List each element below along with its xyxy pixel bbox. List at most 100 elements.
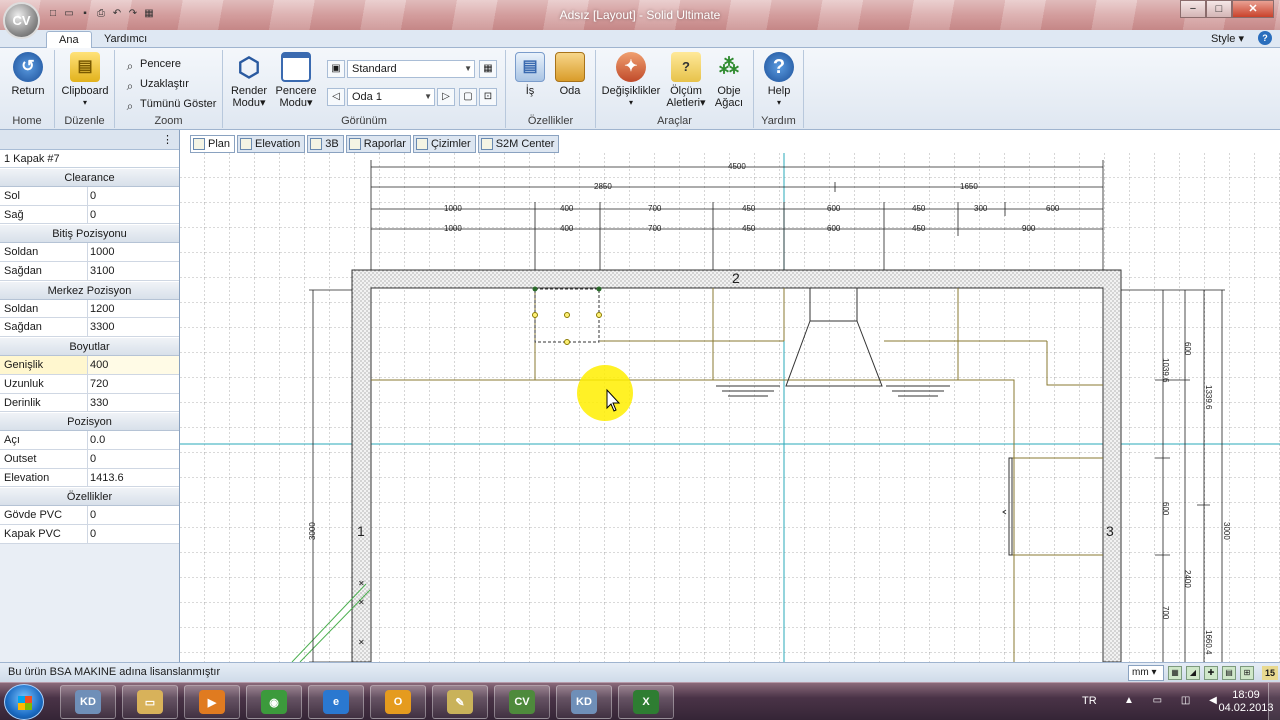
snap-value[interactable]: 15 xyxy=(1262,666,1278,680)
property-value-field[interactable]: 0 xyxy=(88,506,179,524)
zoom-window-button[interactable]: ⌕ Pencere xyxy=(123,56,181,73)
property-row[interactable]: Outset 0 xyxy=(0,449,179,469)
clock[interactable]: 18:09 04.02.2013 xyxy=(1216,689,1276,715)
language-indicator[interactable]: TR xyxy=(1082,695,1097,707)
property-row[interactable]: Gövde PVC 0 xyxy=(0,506,179,525)
room-combo[interactable]: Oda 1 ▼ xyxy=(347,88,435,106)
property-row[interactable]: Sağ 0 xyxy=(0,205,179,225)
ortho-icon[interactable]: ◢ xyxy=(1186,666,1200,680)
property-row[interactable]: Soldan 1200 xyxy=(0,299,179,319)
redo-icon[interactable]: ↷ xyxy=(126,7,140,21)
zoom-all-button[interactable]: ⌕ Tümünü Göster xyxy=(123,96,217,113)
maximize-button[interactable]: □ xyxy=(1206,0,1232,18)
property-value-field[interactable]: 720 xyxy=(88,375,179,393)
section-boyutlar[interactable]: Boyutlar xyxy=(0,337,179,357)
save-icon[interactable]: ▪ xyxy=(78,7,92,21)
property-value-field[interactable]: 0 xyxy=(88,525,179,543)
property-row[interactable]: Sol 0 xyxy=(0,187,179,206)
pin-icon[interactable]: ⋮ xyxy=(162,133,173,146)
section-clearance[interactable]: Clearance xyxy=(0,168,179,187)
taskbar-file-explorer[interactable]: ▭ xyxy=(122,685,178,719)
object-snap-icon[interactable]: ⊞ xyxy=(1240,666,1254,680)
measure-icon[interactable]: ✚ xyxy=(1204,666,1218,680)
minimize-button[interactable]: − xyxy=(1180,0,1206,18)
view-standard-combo[interactable]: Standard ▼ xyxy=(347,60,475,78)
taskbar-outlook[interactable]: O xyxy=(370,685,426,719)
property-row[interactable]: Kapak PVC 0 xyxy=(0,524,179,544)
property-value-field[interactable]: 0.0 xyxy=(88,431,179,449)
app-logo[interactable]: CV xyxy=(3,2,40,39)
property-value-field[interactable]: 400 xyxy=(88,356,179,374)
tab-yardimci[interactable]: Yardımcı xyxy=(92,31,159,48)
open-folder-icon[interactable]: ▭ xyxy=(62,7,76,21)
property-row[interactable]: Uzunluk 720 xyxy=(0,374,179,394)
object-tree-button[interactable]: ⁂ Obje Ağacı xyxy=(710,52,748,109)
property-row[interactable]: Sağdan 3300 xyxy=(0,318,179,338)
settings-icon[interactable]: ▦ xyxy=(142,7,156,21)
property-row[interactable]: Derinlik 330 xyxy=(0,393,179,413)
show-desktop-button[interactable] xyxy=(1268,683,1280,720)
help-button[interactable]: ? Help ▾ xyxy=(760,52,798,109)
section-pozisyon[interactable]: Pozisyon xyxy=(0,412,179,432)
changes-button[interactable]: ✦ Değişiklikler ▾ xyxy=(598,52,664,109)
view-settings-icon[interactable]: ▦ xyxy=(479,60,497,78)
section-merkez-pozisyon[interactable]: Merkez Pozisyon xyxy=(0,280,179,300)
view-style-icon[interactable]: ▣ xyxy=(327,60,345,78)
zoom-out-button[interactable]: ⌕ Uzaklaştır xyxy=(123,76,189,93)
property-value-field[interactable]: 330 xyxy=(88,394,179,412)
property-value-field[interactable]: 0 xyxy=(88,206,179,224)
property-row[interactable]: Genişlik 400 xyxy=(0,356,179,375)
property-value-field[interactable]: 1000 xyxy=(88,243,179,261)
tab-s2m-center[interactable]: S2M Center xyxy=(477,135,560,153)
new-file-icon[interactable]: □ xyxy=(46,7,60,21)
help-icon[interactable]: ? xyxy=(1258,31,1272,45)
tab-plan[interactable]: Plan xyxy=(190,135,236,153)
tab-elevation[interactable]: Elevation xyxy=(237,135,306,153)
property-value-field[interactable]: 0 xyxy=(88,187,179,205)
property-row[interactable]: Sağdan 3100 xyxy=(0,262,179,281)
return-button[interactable]: ↺ Return xyxy=(6,52,50,97)
new-room-icon[interactable]: ▢ xyxy=(459,88,477,106)
taskbar-media-player[interactable]: ▶ xyxy=(184,685,240,719)
taskbar-kd-app-2[interactable]: KD xyxy=(556,685,612,719)
start-button[interactable] xyxy=(4,684,44,720)
tab-3b[interactable]: 3B xyxy=(307,135,344,153)
tab--izimler[interactable]: Çizimler xyxy=(412,135,476,153)
render-mode-button[interactable]: ⬡ Render Modu▾ xyxy=(227,52,271,109)
job-button[interactable]: ▤ İş xyxy=(512,52,548,97)
taskbar-kd-app[interactable]: KD xyxy=(60,685,116,719)
drawing-canvas[interactable]: ✕ ✕ ✕ 1 2 3 4500 2850 1650 1000 400 700 … xyxy=(180,153,1280,662)
selected-object-name[interactable]: 1 Kapak #7 xyxy=(0,150,179,168)
snap-grid-icon[interactable]: ▦ xyxy=(1168,666,1182,680)
measure-tools-button[interactable]: ? Ölçüm Aletleri▾ xyxy=(664,52,708,109)
taskbar-notes[interactable]: ✎ xyxy=(432,685,488,719)
window-mode-button[interactable]: Pencere Modu▾ xyxy=(273,52,319,109)
lock-icon[interactable]: ⊡ xyxy=(479,88,497,106)
property-row[interactable]: Soldan 1000 xyxy=(0,243,179,263)
section--zellikler[interactable]: Özellikler xyxy=(0,487,179,507)
taskbar-internet-explorer[interactable]: e xyxy=(308,685,364,719)
undo-icon[interactable]: ↶ xyxy=(110,7,124,21)
clipboard-button[interactable]: ▤ Clipboard ▾ xyxy=(57,52,113,109)
taskbar-excel[interactable]: X xyxy=(618,685,674,719)
property-row[interactable]: Açı 0.0 xyxy=(0,431,179,450)
property-value-field[interactable]: 0 xyxy=(88,450,179,468)
plan-drawing[interactable]: ✕✕✕ 1 2 3 4500 2850 1650 1000 400 700 45… xyxy=(180,153,1280,662)
tab-ana[interactable]: Ana xyxy=(46,31,92,48)
property-row[interactable]: Elevation 1413.6 xyxy=(0,468,179,488)
property-value-field[interactable]: 1200 xyxy=(88,300,179,318)
tab-raporlar[interactable]: Raporlar xyxy=(345,135,411,153)
print-icon[interactable]: ⎙ xyxy=(94,7,108,21)
previous-room-icon[interactable]: ◁ xyxy=(327,88,345,106)
taskbar-cv-app[interactable]: CV xyxy=(494,685,550,719)
next-room-icon[interactable]: ▷ xyxy=(437,88,455,106)
close-button[interactable]: ✕ xyxy=(1232,0,1274,18)
layer-icon[interactable]: ▤ xyxy=(1222,666,1236,680)
section-biti-pozisyonu[interactable]: Bitiş Pozisyonu xyxy=(0,224,179,244)
room-button[interactable]: Oda xyxy=(552,52,588,97)
unit-select[interactable]: mm ▾ xyxy=(1128,665,1164,681)
property-value-field[interactable]: 3300 xyxy=(88,318,179,336)
tray-icons[interactable]: ▲ ▭ ◫ ◀ xyxy=(1124,695,1225,706)
property-value-field[interactable]: 1413.6 xyxy=(88,469,179,487)
taskbar-chrome[interactable]: ◉ xyxy=(246,685,302,719)
